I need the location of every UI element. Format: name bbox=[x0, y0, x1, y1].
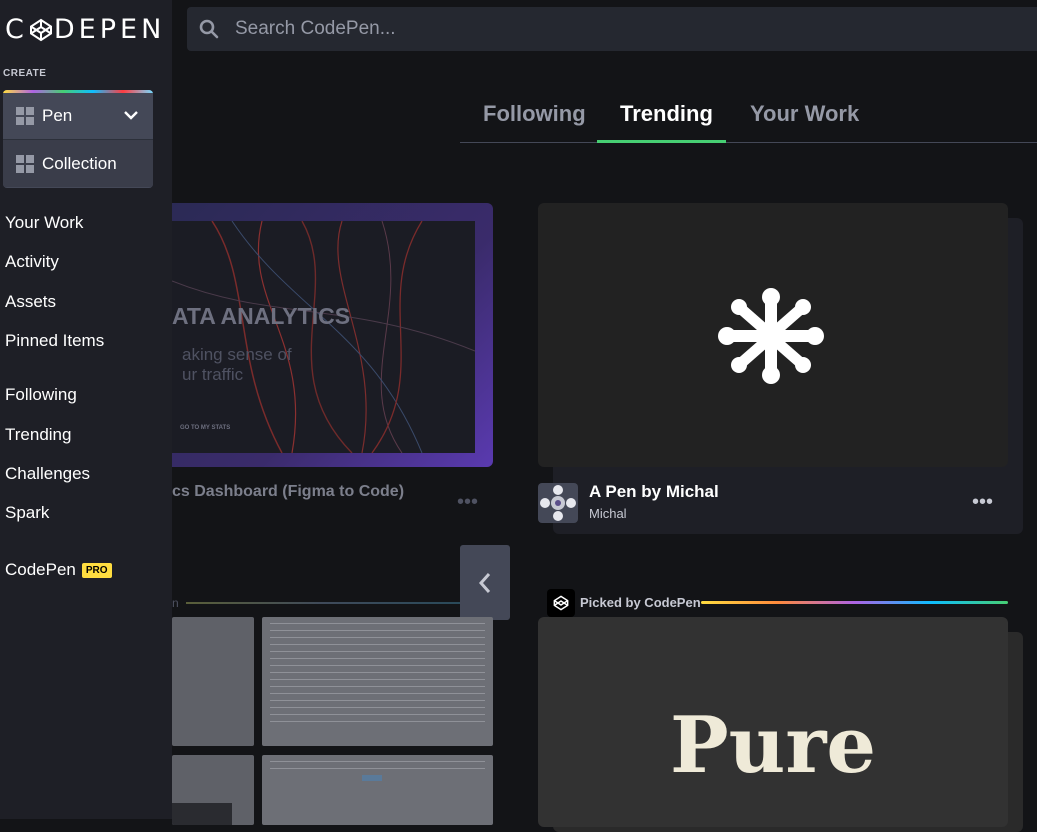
tab-your-work[interactable]: Your Work bbox=[750, 101, 859, 127]
collection-thumbnail[interactable] bbox=[262, 755, 493, 825]
red-lines-graphic bbox=[172, 221, 475, 453]
preview-heading: ATA ANALYTICS bbox=[172, 303, 351, 329]
sidebar-item-activity[interactable]: Activity bbox=[5, 252, 59, 272]
search-input[interactable] bbox=[233, 17, 937, 41]
section-divider-left bbox=[186, 602, 460, 604]
pen-preview-right[interactable] bbox=[538, 203, 1008, 467]
picked-by-codepen-label: Picked by CodePen bbox=[580, 595, 701, 610]
sidebar-item-spark[interactable]: Spark bbox=[5, 503, 49, 523]
search-bar bbox=[187, 7, 1037, 51]
sidebar-item-following[interactable]: Following bbox=[5, 385, 77, 405]
create-collection-label: Collection bbox=[42, 153, 117, 173]
collection-thumbnail[interactable] bbox=[172, 755, 254, 825]
sidebar-item-trending[interactable]: Trending bbox=[5, 425, 71, 445]
preview-subtext-line-1: aking sense of bbox=[182, 345, 292, 364]
tab-following[interactable]: Following bbox=[483, 101, 586, 127]
create-menu: Pen Collection bbox=[3, 90, 153, 188]
active-tab-indicator bbox=[597, 140, 726, 143]
logo-letter-d: D bbox=[53, 14, 79, 45]
pro-badge: PRO bbox=[81, 563, 112, 578]
avatar-icon bbox=[540, 485, 576, 521]
tabs-divider bbox=[460, 142, 1037, 143]
sidebar-item-pinned-items[interactable]: Pinned Items bbox=[5, 331, 104, 351]
pen-author[interactable]: Michal bbox=[589, 506, 627, 521]
search-icon bbox=[199, 19, 219, 39]
create-pen-label: Pen bbox=[42, 106, 73, 125]
logo-letter-n: N bbox=[141, 14, 166, 45]
chevron-down-icon[interactable] bbox=[123, 107, 139, 123]
more-options-icon[interactable]: ••• bbox=[972, 492, 993, 512]
create-label: CREATE bbox=[3, 68, 47, 79]
blob-graphic-icon bbox=[718, 288, 824, 384]
sidebar-item-your-work[interactable]: Your Work bbox=[5, 213, 83, 233]
pen-title-left[interactable]: cs Dashboard (Figma to Code) bbox=[172, 483, 404, 501]
create-pen-button[interactable]: Pen bbox=[3, 93, 153, 140]
chevron-left-icon bbox=[478, 572, 491, 593]
grid-icon bbox=[16, 154, 34, 173]
collection-thumbnail[interactable] bbox=[172, 617, 254, 746]
picked-badge bbox=[547, 589, 575, 617]
create-collection-button[interactable]: Collection bbox=[3, 140, 153, 187]
preview-link: GO TO MY STATS bbox=[180, 425, 231, 431]
codepen-logo[interactable]: C DEPEN bbox=[5, 14, 165, 45]
sidebar-item-assets[interactable]: Assets bbox=[5, 292, 56, 312]
preview-subtext-line-2: ur traffic bbox=[182, 365, 244, 384]
sidebar: C DEPEN CREATE Pen Collection Your Work … bbox=[0, 0, 172, 819]
pen-preview-left-content: ATA ANALYTICS aking sense of ur traffic … bbox=[172, 221, 475, 453]
pure-preview-text: Pure bbox=[669, 700, 877, 791]
sidebar-item-challenges[interactable]: Challenges bbox=[5, 464, 90, 484]
sidebar-item-codepen-pro[interactable]: CodePen PRO bbox=[5, 560, 112, 580]
pen-title-right[interactable]: A Pen by Michal bbox=[589, 482, 719, 502]
tab-trending[interactable]: Trending bbox=[620, 101, 713, 127]
avatar[interactable] bbox=[538, 483, 578, 523]
codepen-cube-icon bbox=[29, 18, 52, 41]
preview-subtext: aking sense of ur traffic bbox=[182, 345, 292, 385]
carousel-prev-button[interactable] bbox=[460, 545, 510, 620]
logo-letter-e2: E bbox=[120, 14, 142, 45]
codepen-pro-label: CodePen bbox=[5, 560, 76, 579]
logo-letter-e: E bbox=[78, 14, 100, 45]
grid-icon bbox=[16, 107, 34, 125]
logo-letter-p: P bbox=[99, 14, 121, 45]
picked-rainbow-line bbox=[701, 601, 1008, 604]
logo-letter-c: C bbox=[5, 14, 28, 45]
more-options-icon[interactable]: ••• bbox=[457, 492, 478, 512]
codepen-logo-icon bbox=[553, 595, 569, 611]
pen-preview-left[interactable]: ATA ANALYTICS aking sense of ur traffic … bbox=[172, 203, 493, 467]
section-label-left: n bbox=[172, 596, 179, 610]
collection-thumbnail[interactable] bbox=[262, 617, 493, 746]
